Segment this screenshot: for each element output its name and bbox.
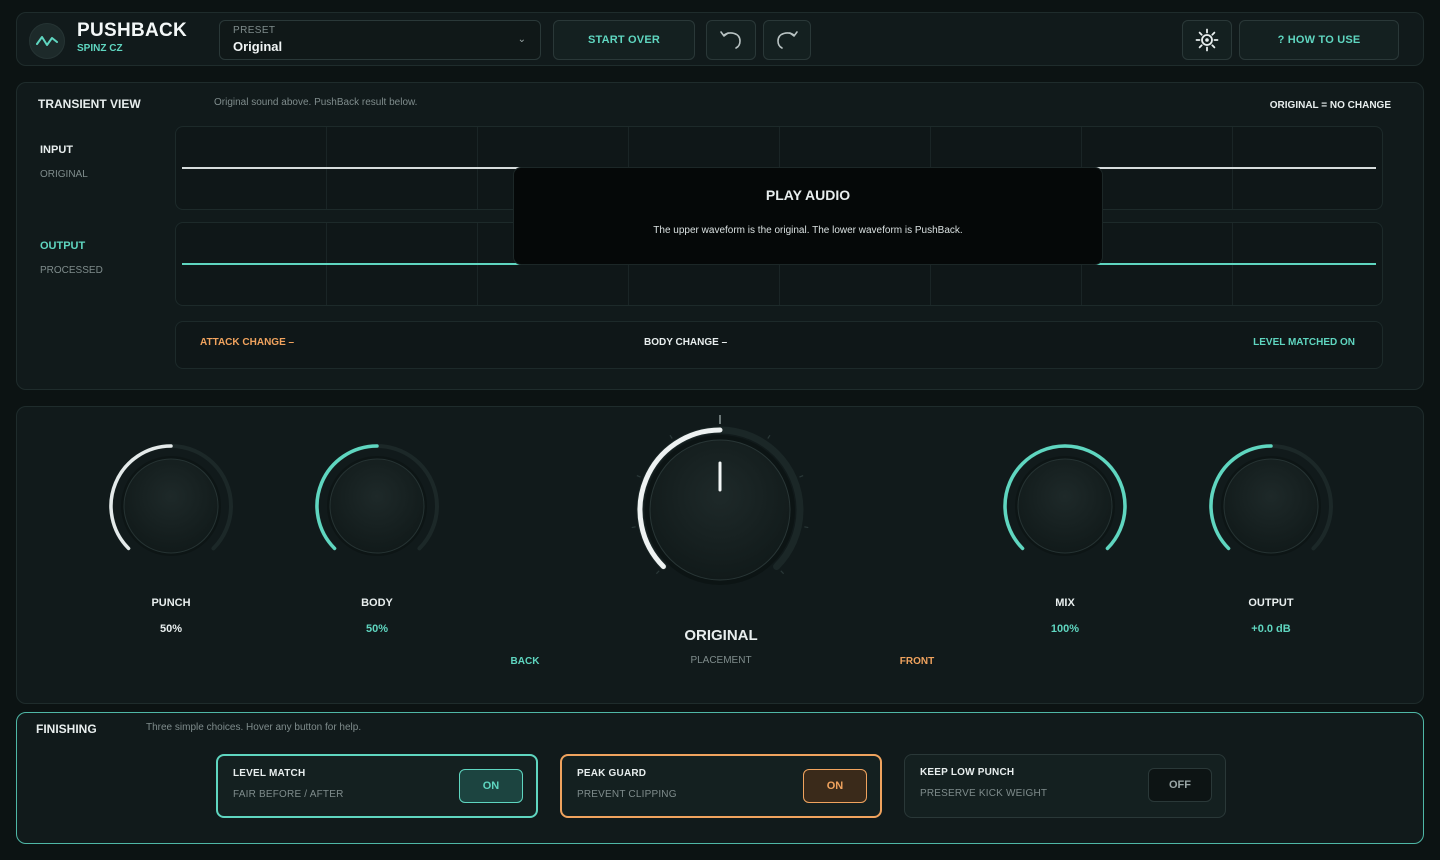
controls-panel: PUNCH 50% BODY 50% ORIGINAL PLACEMENT BA… xyxy=(16,406,1424,704)
undo-icon xyxy=(720,31,741,49)
level-matched-readout: LEVEL MATCHED ON xyxy=(1253,337,1355,348)
punch-knob[interactable] xyxy=(109,444,233,556)
body-value: 50% xyxy=(365,623,389,635)
play-audio-overlay[interactable]: PLAY AUDIO The upper waveform is the ori… xyxy=(513,167,1103,265)
level-match-toggle[interactable]: ON xyxy=(459,769,523,803)
transient-view-panel: TRANSIENT VIEW Original sound above. Pus… xyxy=(16,82,1424,390)
placement-tick xyxy=(767,434,771,439)
level-match-card[interactable]: LEVEL MATCH FAIR BEFORE / AFTER ON xyxy=(216,754,538,818)
waveform-logo-icon xyxy=(29,23,65,59)
finishing-description: Three simple choices. Hover any button f… xyxy=(146,722,362,733)
header-bar: PUSHBACK SPINZ CZ PRESET Original ⌄ STAR… xyxy=(16,12,1424,66)
placement-tick xyxy=(780,570,785,575)
mix-value: 100% xyxy=(1050,623,1080,635)
keep-low-punch-card[interactable]: KEEP LOW PUNCH PRESERVE KICK WEIGHT OFF xyxy=(904,754,1226,818)
transient-view-title: TRANSIENT VIEW xyxy=(38,97,141,111)
output-knob[interactable] xyxy=(1209,444,1333,556)
body-body xyxy=(329,458,425,554)
punch-value: 50% xyxy=(159,623,183,635)
placement-back-label: BACK xyxy=(510,656,540,667)
placement-tick xyxy=(655,570,660,575)
punch-body xyxy=(123,458,219,554)
preset-dropdown[interactable]: PRESET Original ⌄ xyxy=(219,20,541,60)
placement-body xyxy=(649,439,791,581)
transient-view-description: Original sound above. PushBack result be… xyxy=(214,97,418,108)
level-match-title: LEVEL MATCH xyxy=(233,768,306,779)
body-label: BODY xyxy=(361,597,393,609)
app-title: PUSHBACK xyxy=(77,20,188,41)
placement-front-label: FRONT xyxy=(899,656,935,667)
peak-guard-card[interactable]: PEAK GUARD PREVENT CLIPPING ON xyxy=(560,754,882,818)
keep-low-punch-title: KEEP LOW PUNCH xyxy=(920,767,1015,778)
mix-body xyxy=(1017,458,1113,554)
body-change-readout: BODY CHANGE – xyxy=(644,337,728,348)
input-label: INPUT xyxy=(40,144,73,156)
preset-label: PRESET xyxy=(233,25,276,36)
placement-tick xyxy=(799,475,804,478)
mix-label: MIX xyxy=(1055,597,1075,609)
undo-button[interactable] xyxy=(706,20,756,60)
body-knob[interactable] xyxy=(315,444,439,556)
output-body xyxy=(1223,458,1319,554)
finishing-panel: FINISHING Three simple choices. Hover an… xyxy=(16,712,1424,844)
change-summary-bar: ATTACK CHANGE – BODY CHANGE – LEVEL MATC… xyxy=(175,321,1383,369)
attack-change-readout: ATTACK CHANGE – xyxy=(200,337,295,348)
peak-guard-toggle[interactable]: ON xyxy=(803,769,867,803)
output-label: OUTPUT xyxy=(40,240,86,252)
play-audio-title: PLAY AUDIO xyxy=(765,187,851,203)
no-change-status: ORIGINAL = NO CHANGE xyxy=(1269,100,1391,111)
peak-guard-title: PEAK GUARD xyxy=(577,768,647,779)
placement-knob[interactable] xyxy=(631,415,809,585)
peak-guard-subtitle: PREVENT CLIPPING xyxy=(577,789,677,800)
app-subtitle: SPINZ CZ xyxy=(77,43,123,54)
sun-icon xyxy=(1195,28,1219,52)
chevron-down-icon: ⌄ xyxy=(517,34,526,45)
finishing-title: FINISHING xyxy=(36,722,97,736)
output-value: +0.0 dB xyxy=(1251,623,1291,635)
input-sublabel: ORIGINAL xyxy=(40,169,88,180)
placement-value: ORIGINAL xyxy=(684,627,758,644)
placement-label: PLACEMENT xyxy=(690,655,752,666)
punch-label: PUNCH xyxy=(151,597,191,609)
preset-value: Original xyxy=(233,39,283,54)
theme-toggle-button[interactable] xyxy=(1182,20,1232,60)
redo-icon xyxy=(777,31,798,49)
redo-button[interactable] xyxy=(763,20,811,60)
output-label: OUTPUT xyxy=(1248,597,1294,609)
level-match-subtitle: FAIR BEFORE / AFTER xyxy=(233,789,344,800)
placement-tick xyxy=(669,434,673,439)
keep-low-punch-toggle[interactable]: OFF xyxy=(1148,768,1212,802)
mix-knob[interactable] xyxy=(1003,444,1127,556)
placement-tick xyxy=(636,475,641,478)
keep-low-punch-subtitle: PRESERVE KICK WEIGHT xyxy=(920,788,1048,799)
how-to-use-button[interactable]: ? HOW TO USE xyxy=(1239,20,1399,60)
output-sublabel: PROCESSED xyxy=(40,265,103,276)
play-audio-text: The upper waveform is the original. The … xyxy=(653,225,963,236)
placement-tick xyxy=(804,526,809,529)
start-over-button[interactable]: START OVER xyxy=(553,20,695,60)
placement-tick xyxy=(631,526,636,529)
